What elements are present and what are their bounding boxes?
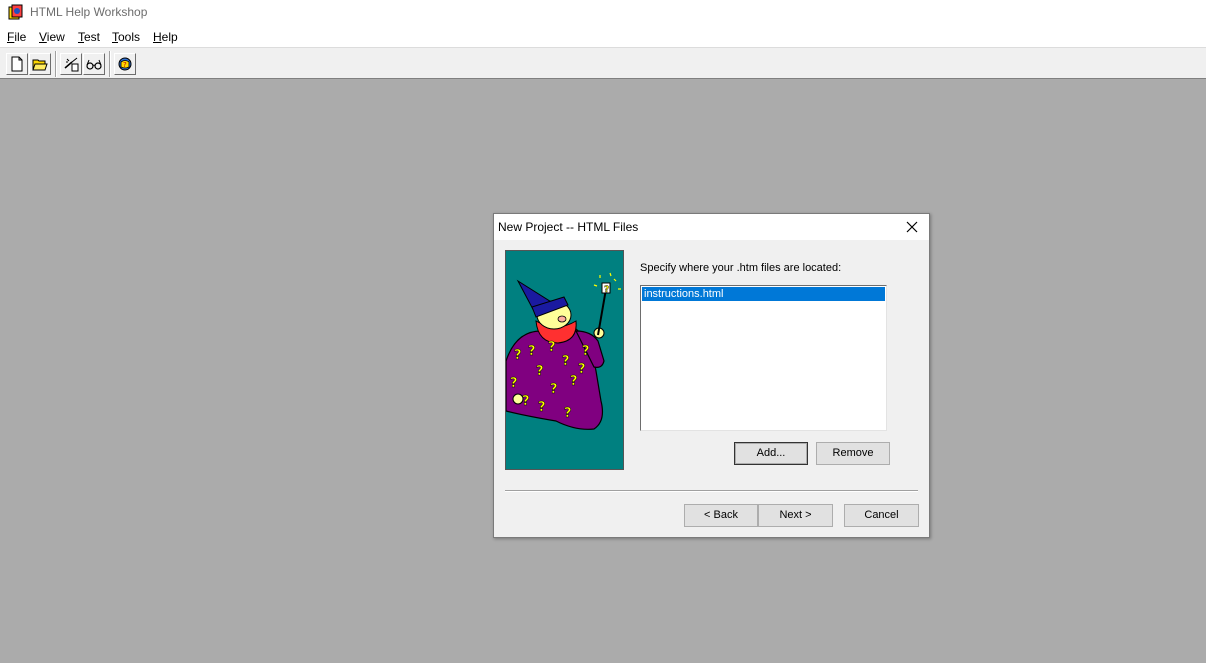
svg-text:?: ? — [538, 400, 546, 415]
add-button[interactable]: Add... — [734, 442, 808, 465]
back-button[interactable]: < Back — [684, 504, 758, 527]
app-title: HTML Help Workshop — [30, 5, 148, 19]
new-project-dialog: New Project -- HTML Files ? ? ? ? ? ? ? … — [493, 213, 930, 538]
svg-text:?: ? — [514, 348, 522, 363]
wizard-illustration: ? ? ? ? ? ? ? ? ? ? ? ? ? ? — [505, 250, 624, 470]
svg-text:?: ? — [123, 61, 127, 69]
dialog-separator — [505, 490, 918, 492]
svg-text:?: ? — [548, 340, 556, 355]
menu-bar: File View Test Tools Help — [0, 28, 1206, 47]
app-titlebar: HTML Help Workshop — [0, 0, 1206, 26]
compile-button[interactable] — [60, 53, 82, 75]
svg-text:?: ? — [564, 406, 572, 421]
menu-view[interactable]: View — [39, 30, 65, 44]
svg-text:?: ? — [550, 382, 558, 397]
next-button[interactable]: Next > — [758, 504, 833, 527]
svg-text:?: ? — [522, 394, 530, 409]
remove-button[interactable]: Remove — [816, 442, 890, 465]
svg-text:?: ? — [582, 344, 590, 359]
html-help-api-icon: ? — [118, 57, 132, 71]
new-icon — [11, 56, 23, 72]
cancel-button[interactable]: Cancel — [844, 504, 919, 527]
menu-test[interactable]: Test — [78, 30, 100, 44]
html-help-workshop-icon — [8, 4, 23, 20]
svg-text:?: ? — [604, 285, 609, 295]
svg-text:?: ? — [578, 362, 586, 377]
new-button[interactable] — [6, 53, 28, 75]
close-icon — [906, 221, 918, 233]
toolbar: ? — [0, 48, 1206, 78]
svg-text:?: ? — [536, 364, 544, 379]
close-button[interactable] — [899, 216, 925, 238]
dialog-titlebar[interactable]: New Project -- HTML Files — [494, 214, 929, 240]
open-icon — [32, 59, 48, 71]
menu-file[interactable]: File — [7, 30, 26, 44]
svg-text:?: ? — [510, 376, 518, 391]
menu-tools[interactable]: Tools — [112, 30, 140, 44]
toolbar-divider — [109, 51, 111, 77]
svg-text:?: ? — [562, 354, 570, 369]
html-files-listbox[interactable]: instructions.html — [640, 285, 887, 431]
wizard-icon: ? ? ? ? ? ? ? ? ? ? ? ? ? ? — [506, 251, 623, 469]
view-compiled-icon — [86, 59, 102, 70]
menu-help[interactable]: Help — [153, 30, 178, 44]
svg-text:?: ? — [528, 344, 536, 359]
toolbar-divider — [55, 51, 57, 77]
view-compiled-button[interactable] — [83, 53, 105, 75]
dialog-title: New Project -- HTML Files — [498, 220, 639, 234]
svg-text:?: ? — [570, 374, 578, 389]
html-help-api-button[interactable]: ? — [114, 53, 136, 75]
open-button[interactable] — [29, 53, 51, 75]
compile-icon — [64, 57, 79, 72]
list-item[interactable]: instructions.html — [642, 287, 885, 301]
files-prompt: Specify where your .htm files are locate… — [640, 262, 842, 274]
